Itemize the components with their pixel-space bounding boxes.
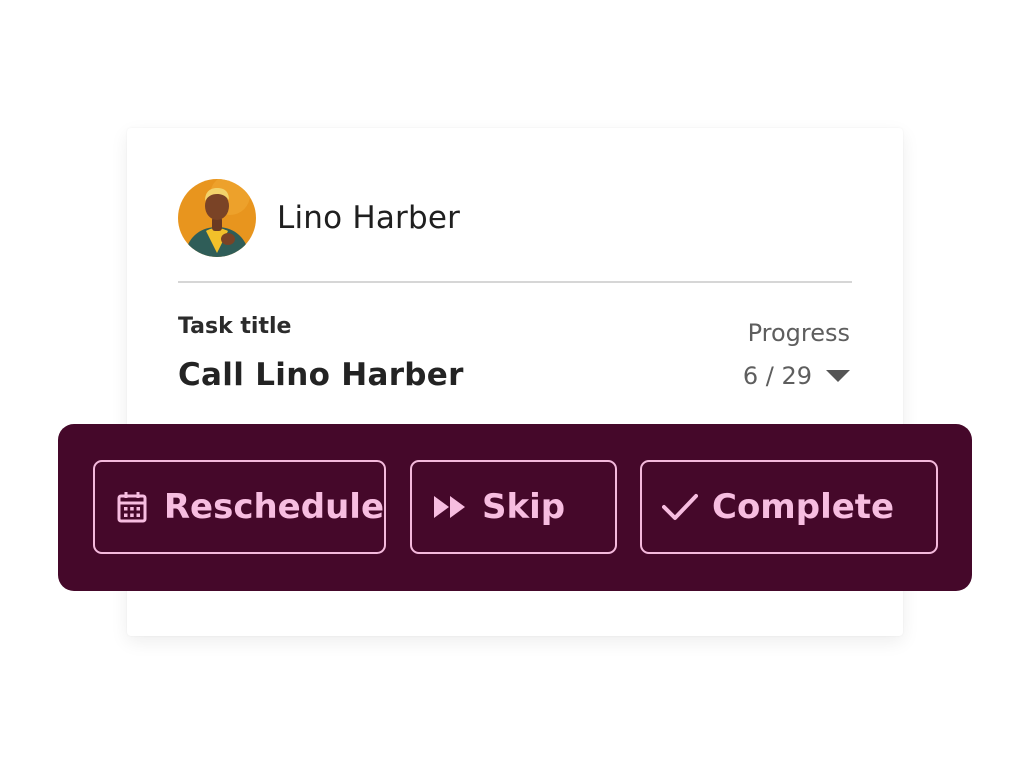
caret-down-icon[interactable] (826, 370, 850, 382)
skip-button[interactable]: Skip (410, 460, 617, 554)
task-title-label: Task title (178, 314, 292, 339)
complete-button[interactable]: Complete (640, 460, 938, 554)
calendar-icon (115, 489, 150, 525)
action-bar: Reschedule Skip Complete (58, 424, 972, 591)
stage: Lino Harber Task title Call Lino Harber … (0, 0, 1030, 772)
task-title: Call Lino Harber (178, 357, 464, 393)
check-icon (662, 489, 698, 525)
progress-label: Progress (747, 319, 850, 347)
fast-forward-icon (432, 489, 468, 525)
avatar[interactable] (178, 179, 256, 257)
complete-label: Complete (712, 487, 895, 527)
reschedule-button[interactable]: Reschedule (93, 460, 386, 554)
divider (178, 281, 852, 283)
reschedule-label: Reschedule (163, 487, 384, 527)
progress-dropdown[interactable]: 6 / 29 (743, 362, 850, 390)
contact-name[interactable]: Lino Harber (277, 200, 460, 236)
progress-value: 6 / 29 (742, 362, 812, 390)
contact-header: Lino Harber (178, 179, 460, 257)
avatar-image (178, 179, 256, 257)
skip-label: Skip (482, 487, 566, 527)
